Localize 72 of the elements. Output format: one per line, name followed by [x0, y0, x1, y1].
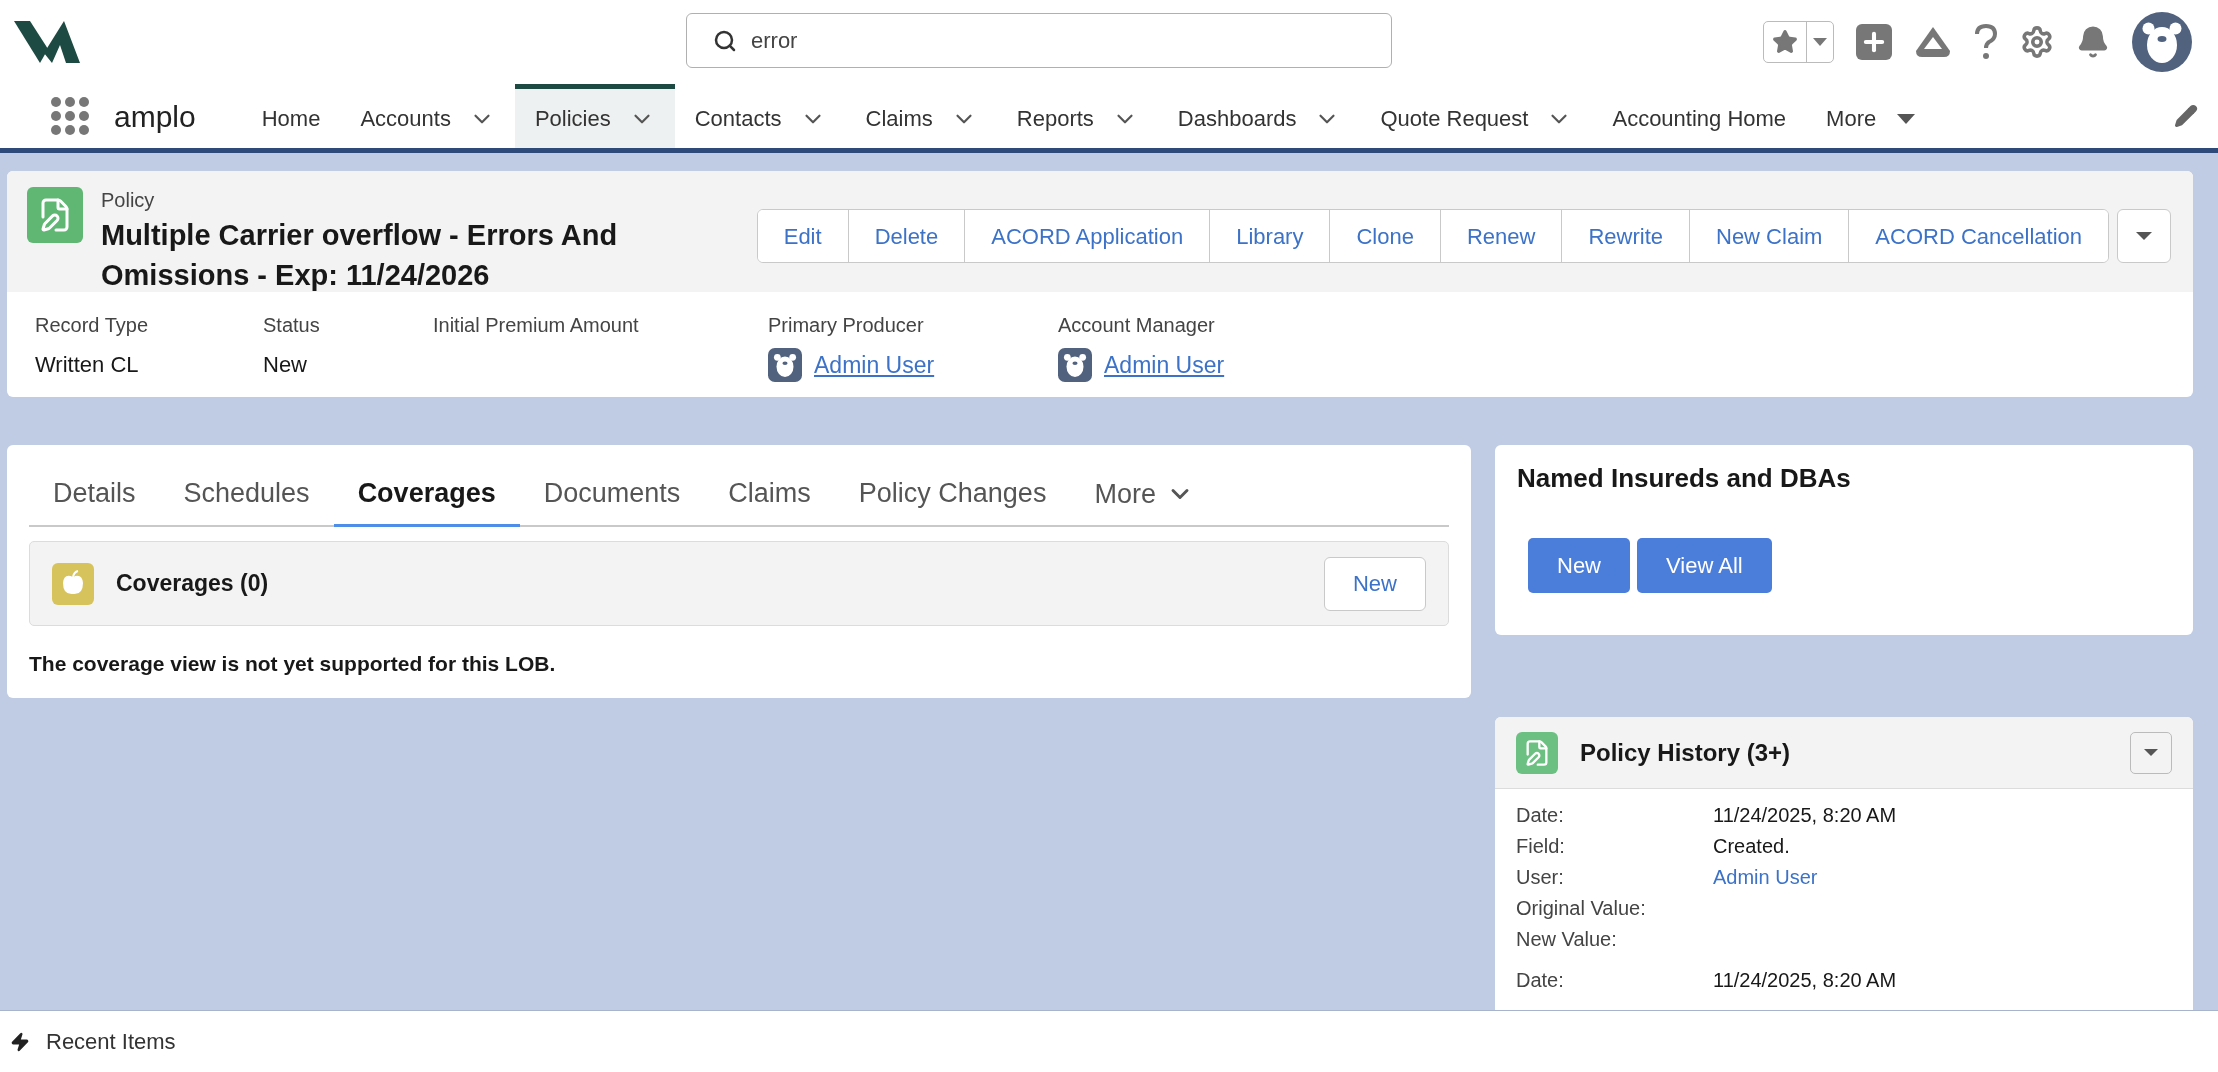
card-menu-button[interactable]	[2130, 731, 2172, 774]
field-value: New	[263, 351, 308, 379]
card-title: Policy History (3+)	[1580, 737, 1791, 768]
user-link[interactable]: Admin User	[814, 348, 935, 383]
guidance-icon[interactable]	[1914, 25, 1952, 59]
nav-tab[interactable]: Reports	[996, 84, 1158, 148]
nav-tab[interactable]: Home	[241, 84, 341, 148]
field-label: Account Manager	[1058, 313, 1216, 338]
app-launcher-icon[interactable]	[50, 96, 90, 136]
history-label: Original Value:	[1516, 895, 1647, 921]
action-button[interactable]: ACORD Cancellation	[1848, 210, 2108, 262]
field-label: Primary Producer	[768, 313, 925, 338]
policy-icon	[27, 187, 83, 243]
nav-more[interactable]: More	[1806, 84, 1937, 148]
record-type: Policy	[101, 188, 156, 213]
history-label: New Value:	[1516, 926, 1618, 952]
caret-icon	[2143, 748, 2159, 757]
lightning-icon	[10, 1031, 30, 1052]
field-label: Status	[263, 313, 321, 338]
record-tab[interactable]: Claims	[704, 463, 835, 527]
nav-tab[interactable]: Claims	[845, 84, 997, 148]
help-icon[interactable]	[1974, 24, 1998, 60]
history-label: Date:	[1516, 802, 1565, 828]
coverage-message: The coverage view is not yet supported for this LOB.	[29, 651, 557, 677]
history-value: 11/24/2025, 8:20 AM	[1713, 967, 1897, 993]
favorites-button[interactable]	[1763, 21, 1834, 63]
field-value: Written CL	[35, 351, 140, 379]
field-label: Record Type	[35, 313, 150, 338]
record-tab[interactable]: Details	[29, 463, 160, 527]
record-tab[interactable]: Coverages	[333, 463, 520, 527]
caret-icon	[2135, 231, 2153, 241]
history-label: Field:	[1516, 833, 1566, 859]
search-icon	[713, 28, 737, 53]
search-field[interactable]: error	[686, 13, 1392, 68]
star-icon	[1772, 29, 1798, 55]
user-link[interactable]: Admin User	[1104, 348, 1225, 383]
nav-tab[interactable]: Contacts	[674, 84, 846, 148]
record-tab[interactable]: Policy Changes	[834, 463, 1071, 527]
apple-icon	[52, 562, 94, 605]
action-button[interactable]: New	[1528, 538, 1630, 593]
recent-items-link[interactable]: Recent Items	[46, 1025, 176, 1058]
user-link[interactable]: Admin User	[1713, 861, 1818, 892]
history-value: Created.	[1713, 833, 1790, 859]
history-label: User:	[1516, 864, 1565, 890]
new-coverage-button[interactable]: New	[1324, 556, 1426, 611]
coverages-title: Coverages (0)	[116, 569, 269, 599]
card-title: Named Insureds and DBAs	[1517, 462, 1852, 495]
nav-tab[interactable]: Dashboards	[1157, 84, 1361, 148]
tabs-more[interactable]: More	[1070, 463, 1218, 525]
record-title: Multiple Carrier overflow - Errors And Omissions - Exp: 11/24/2026	[101, 218, 619, 293]
nav-tab[interactable]: Quote Request	[1360, 84, 1593, 148]
policy-icon	[1516, 731, 1558, 774]
add-button[interactable]	[1856, 24, 1892, 60]
edit-nav-icon[interactable]	[2174, 104, 2198, 128]
user-avatar	[1058, 348, 1092, 383]
field-label: Initial Premium Amount	[433, 313, 640, 338]
nav-tab[interactable]: Accounts	[340, 84, 515, 148]
logo-icon[interactable]	[14, 19, 82, 65]
user-avatar	[2132, 12, 2192, 72]
action-button[interactable]: View All	[1637, 538, 1772, 593]
record-tab[interactable]: Documents	[519, 463, 705, 527]
record-tab[interactable]: Schedules	[159, 463, 334, 527]
caret-icon	[1896, 112, 1917, 125]
search-value: error	[751, 27, 798, 55]
settings-icon[interactable]	[2020, 25, 2054, 59]
notifications-icon[interactable]	[2076, 25, 2110, 59]
history-value: 11/24/2025, 8:20 AM	[1713, 802, 1897, 828]
app-name: amplo	[114, 98, 196, 135]
nav-tab[interactable]: Policies	[514, 84, 675, 148]
nav-tab[interactable]: Accounting Home	[1592, 84, 1807, 148]
history-label: Date:	[1516, 967, 1565, 993]
user-avatar	[768, 348, 802, 383]
